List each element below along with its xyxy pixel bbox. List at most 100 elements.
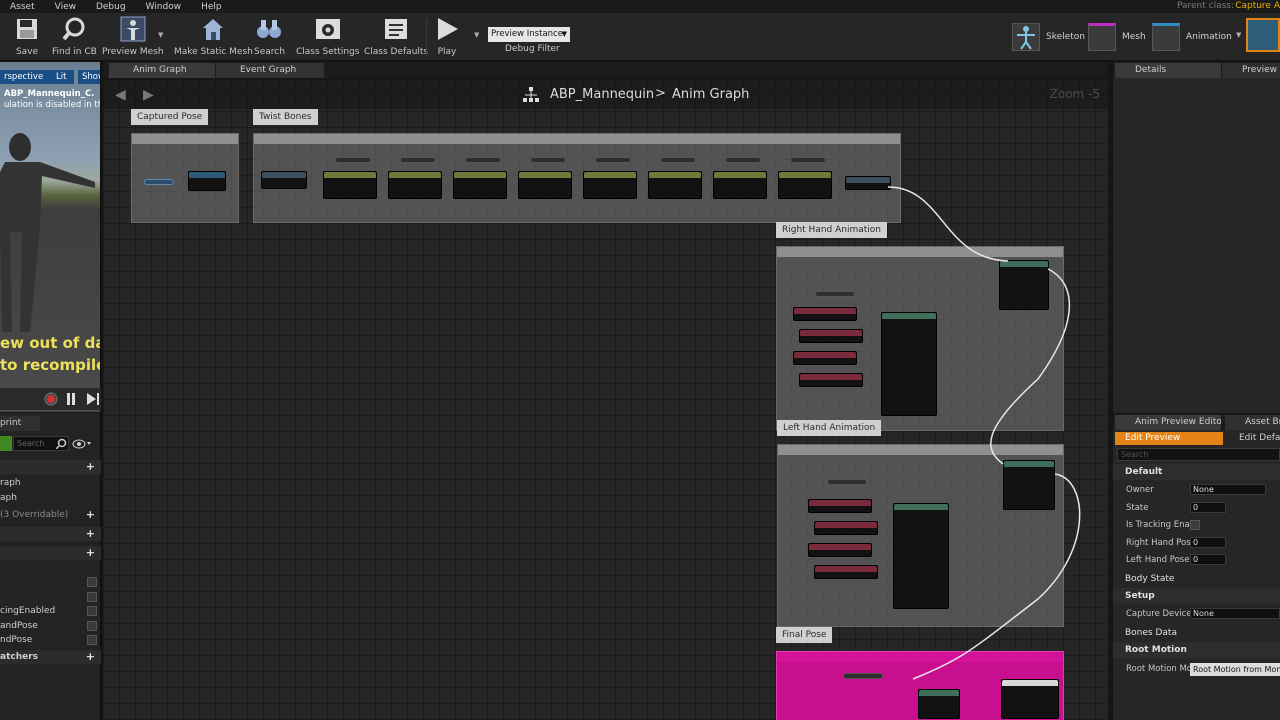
tab-anim-preview-editor[interactable]: Anim Preview Editor	[1115, 415, 1221, 430]
tab-details[interactable]: Details	[1115, 63, 1221, 78]
menu-debug[interactable]: Debug	[86, 2, 136, 12]
play-dropdown-icon[interactable]: ▼	[474, 31, 479, 39]
capture-device-dropdown[interactable]: None	[1190, 608, 1280, 619]
blueprint-mode-button[interactable]	[1246, 18, 1280, 52]
details-panel	[1113, 78, 1280, 413]
viewport-show-button[interactable]: Show	[78, 70, 100, 84]
preview-mesh-dropdown-icon[interactable]: ▼	[158, 31, 163, 39]
category-setup[interactable]: Setup	[1113, 588, 1280, 604]
mesh-icon	[1088, 23, 1116, 51]
graphs-section-header[interactable]: +	[0, 460, 101, 474]
variable-row[interactable]	[0, 575, 101, 589]
search-button[interactable]: Search	[254, 16, 285, 60]
gear-icon	[315, 16, 341, 42]
viewport-perspective-button[interactable]: rspective	[0, 70, 48, 84]
variable-type-icon	[87, 577, 97, 587]
menu-window[interactable]: Window	[136, 2, 192, 12]
edit-preview-button[interactable]: Edit Preview	[1115, 432, 1223, 445]
character-icon	[120, 16, 146, 42]
step-forward-icon[interactable]	[86, 392, 100, 406]
menu-asset[interactable]: Asset	[0, 2, 45, 12]
class-settings-button[interactable]: Class Settings	[296, 16, 359, 60]
variable-type-icon	[87, 606, 97, 616]
tab-event-graph[interactable]: Event Graph	[216, 63, 324, 78]
toolbar-separator	[426, 19, 427, 57]
animation-mode-button[interactable]: Animation	[1152, 21, 1232, 53]
functions-section-header[interactable]: +	[0, 508, 101, 522]
viewport-info-title: ABP_Mannequin_C.	[4, 89, 95, 99]
preview-mesh-button[interactable]: Preview Mesh	[102, 16, 164, 60]
event-dispatchers-section-header[interactable]: atchers +	[0, 650, 101, 664]
save-button[interactable]: Save	[14, 16, 40, 60]
edit-defaults-button[interactable]: Edit Defau	[1239, 432, 1280, 445]
list-item[interactable]: aph	[0, 491, 101, 505]
add-graph-icon[interactable]: +	[86, 460, 95, 474]
record-icon[interactable]	[44, 392, 58, 406]
play-icon	[434, 16, 460, 42]
variables-section-header[interactable]: +	[0, 546, 101, 560]
category-root-motion[interactable]: Root Motion	[1113, 642, 1280, 658]
menu-view[interactable]: View	[45, 2, 86, 12]
add-function-icon[interactable]: +	[86, 508, 95, 522]
macros-section-header[interactable]: +	[0, 527, 101, 541]
menu-help[interactable]: Help	[191, 2, 232, 12]
state-label: State	[1126, 503, 1149, 513]
viewport-warning-line2: to recompile	[0, 356, 101, 374]
variable-type-icon	[87, 592, 97, 602]
eye-icon[interactable]	[72, 439, 92, 449]
category-default[interactable]: Default	[1113, 464, 1280, 480]
play-button[interactable]: Play	[434, 16, 460, 60]
pause-icon[interactable]	[66, 392, 76, 406]
add-dispatcher-icon[interactable]: +	[86, 650, 95, 664]
right-hand-pose-field[interactable]: 0	[1190, 537, 1226, 548]
toolbar: Save Find in CB Preview Mesh ▼ Make Stat…	[0, 13, 1280, 61]
make-static-mesh-button[interactable]: Make Static Mesh	[174, 16, 253, 60]
anim-graph-canvas[interactable]: ◀ ▶ ABP_Mannequin > Anim Graph Zoom -5 C…	[103, 79, 1108, 720]
variable-row[interactable]: ndPose	[0, 633, 101, 647]
parent-class-label: Parent class:	[1176, 1, 1234, 11]
left-hand-pose-label: Left Hand Pose	[1126, 555, 1190, 565]
root-motion-mode-dropdown[interactable]: Root Motion from Mont	[1190, 663, 1280, 676]
state-field[interactable]: 0	[1190, 502, 1226, 513]
tab-preview-scene[interactable]: Preview Sc	[1222, 63, 1280, 78]
chevron-down-icon: ▼	[561, 30, 567, 38]
pose-wires	[887, 186, 1081, 680]
viewport-lit-button[interactable]: Lit	[44, 70, 74, 84]
mesh-mode-button[interactable]: Mesh	[1088, 21, 1146, 53]
anim-preview-tab-bar: Anim Preview Editor Asset Bro	[1113, 414, 1280, 430]
tab-asset-browser[interactable]: Asset Bro	[1225, 415, 1280, 430]
save-icon	[14, 16, 40, 42]
anim-preview-search-input[interactable]: Search	[1117, 448, 1280, 461]
variable-row[interactable]: cingEnabled	[0, 604, 101, 618]
variable-row[interactable]: andPose	[0, 619, 101, 633]
owner-dropdown[interactable]: None	[1190, 484, 1266, 495]
class-defaults-button[interactable]: Class Defaults	[364, 16, 428, 60]
add-macro-icon[interactable]: +	[86, 527, 95, 541]
skeleton-icon	[1012, 23, 1040, 51]
viewport-info-text: ulation is disabled in this	[4, 100, 101, 110]
animation-dropdown-icon[interactable]: ▼	[1236, 31, 1241, 39]
checklist-icon	[383, 16, 409, 42]
add-variable-icon[interactable]: +	[86, 546, 95, 560]
left-hand-pose-field[interactable]: 0	[1190, 554, 1226, 565]
owner-label: Owner	[1126, 485, 1154, 495]
preview-instance-dropdown[interactable]: Preview Instance ▼	[488, 27, 570, 42]
right-hand-pose-label: Right Hand Pose	[1126, 538, 1190, 548]
add-new-button[interactable]	[0, 436, 12, 451]
tab-anim-graph[interactable]: Anim Graph	[109, 63, 215, 78]
preview-viewport[interactable]: rspective Lit Show ABP_Mannequin_C. ulat…	[0, 62, 101, 412]
category-bones-data[interactable]: Bones Data	[1113, 625, 1280, 641]
graph-tab-bar: Anim Graph Event Graph	[103, 62, 1108, 78]
category-body-state[interactable]: Body State	[1113, 571, 1280, 587]
skeleton-mode-button[interactable]: Skeleton	[1012, 21, 1085, 53]
variable-row[interactable]	[0, 590, 101, 604]
list-item[interactable]: raph	[0, 476, 101, 490]
my-blueprint-tab[interactable]: print	[0, 416, 40, 431]
find-in-cb-button[interactable]: Find in CB	[52, 16, 97, 60]
search-icon	[56, 438, 67, 449]
root-motion-mode-label: Root Motion Moc	[1126, 664, 1190, 674]
tracking-checkbox[interactable]	[1190, 520, 1200, 530]
variable-type-icon	[87, 621, 97, 631]
house-icon	[200, 16, 226, 42]
parent-class-value[interactable]: Capture A	[1235, 1, 1280, 11]
